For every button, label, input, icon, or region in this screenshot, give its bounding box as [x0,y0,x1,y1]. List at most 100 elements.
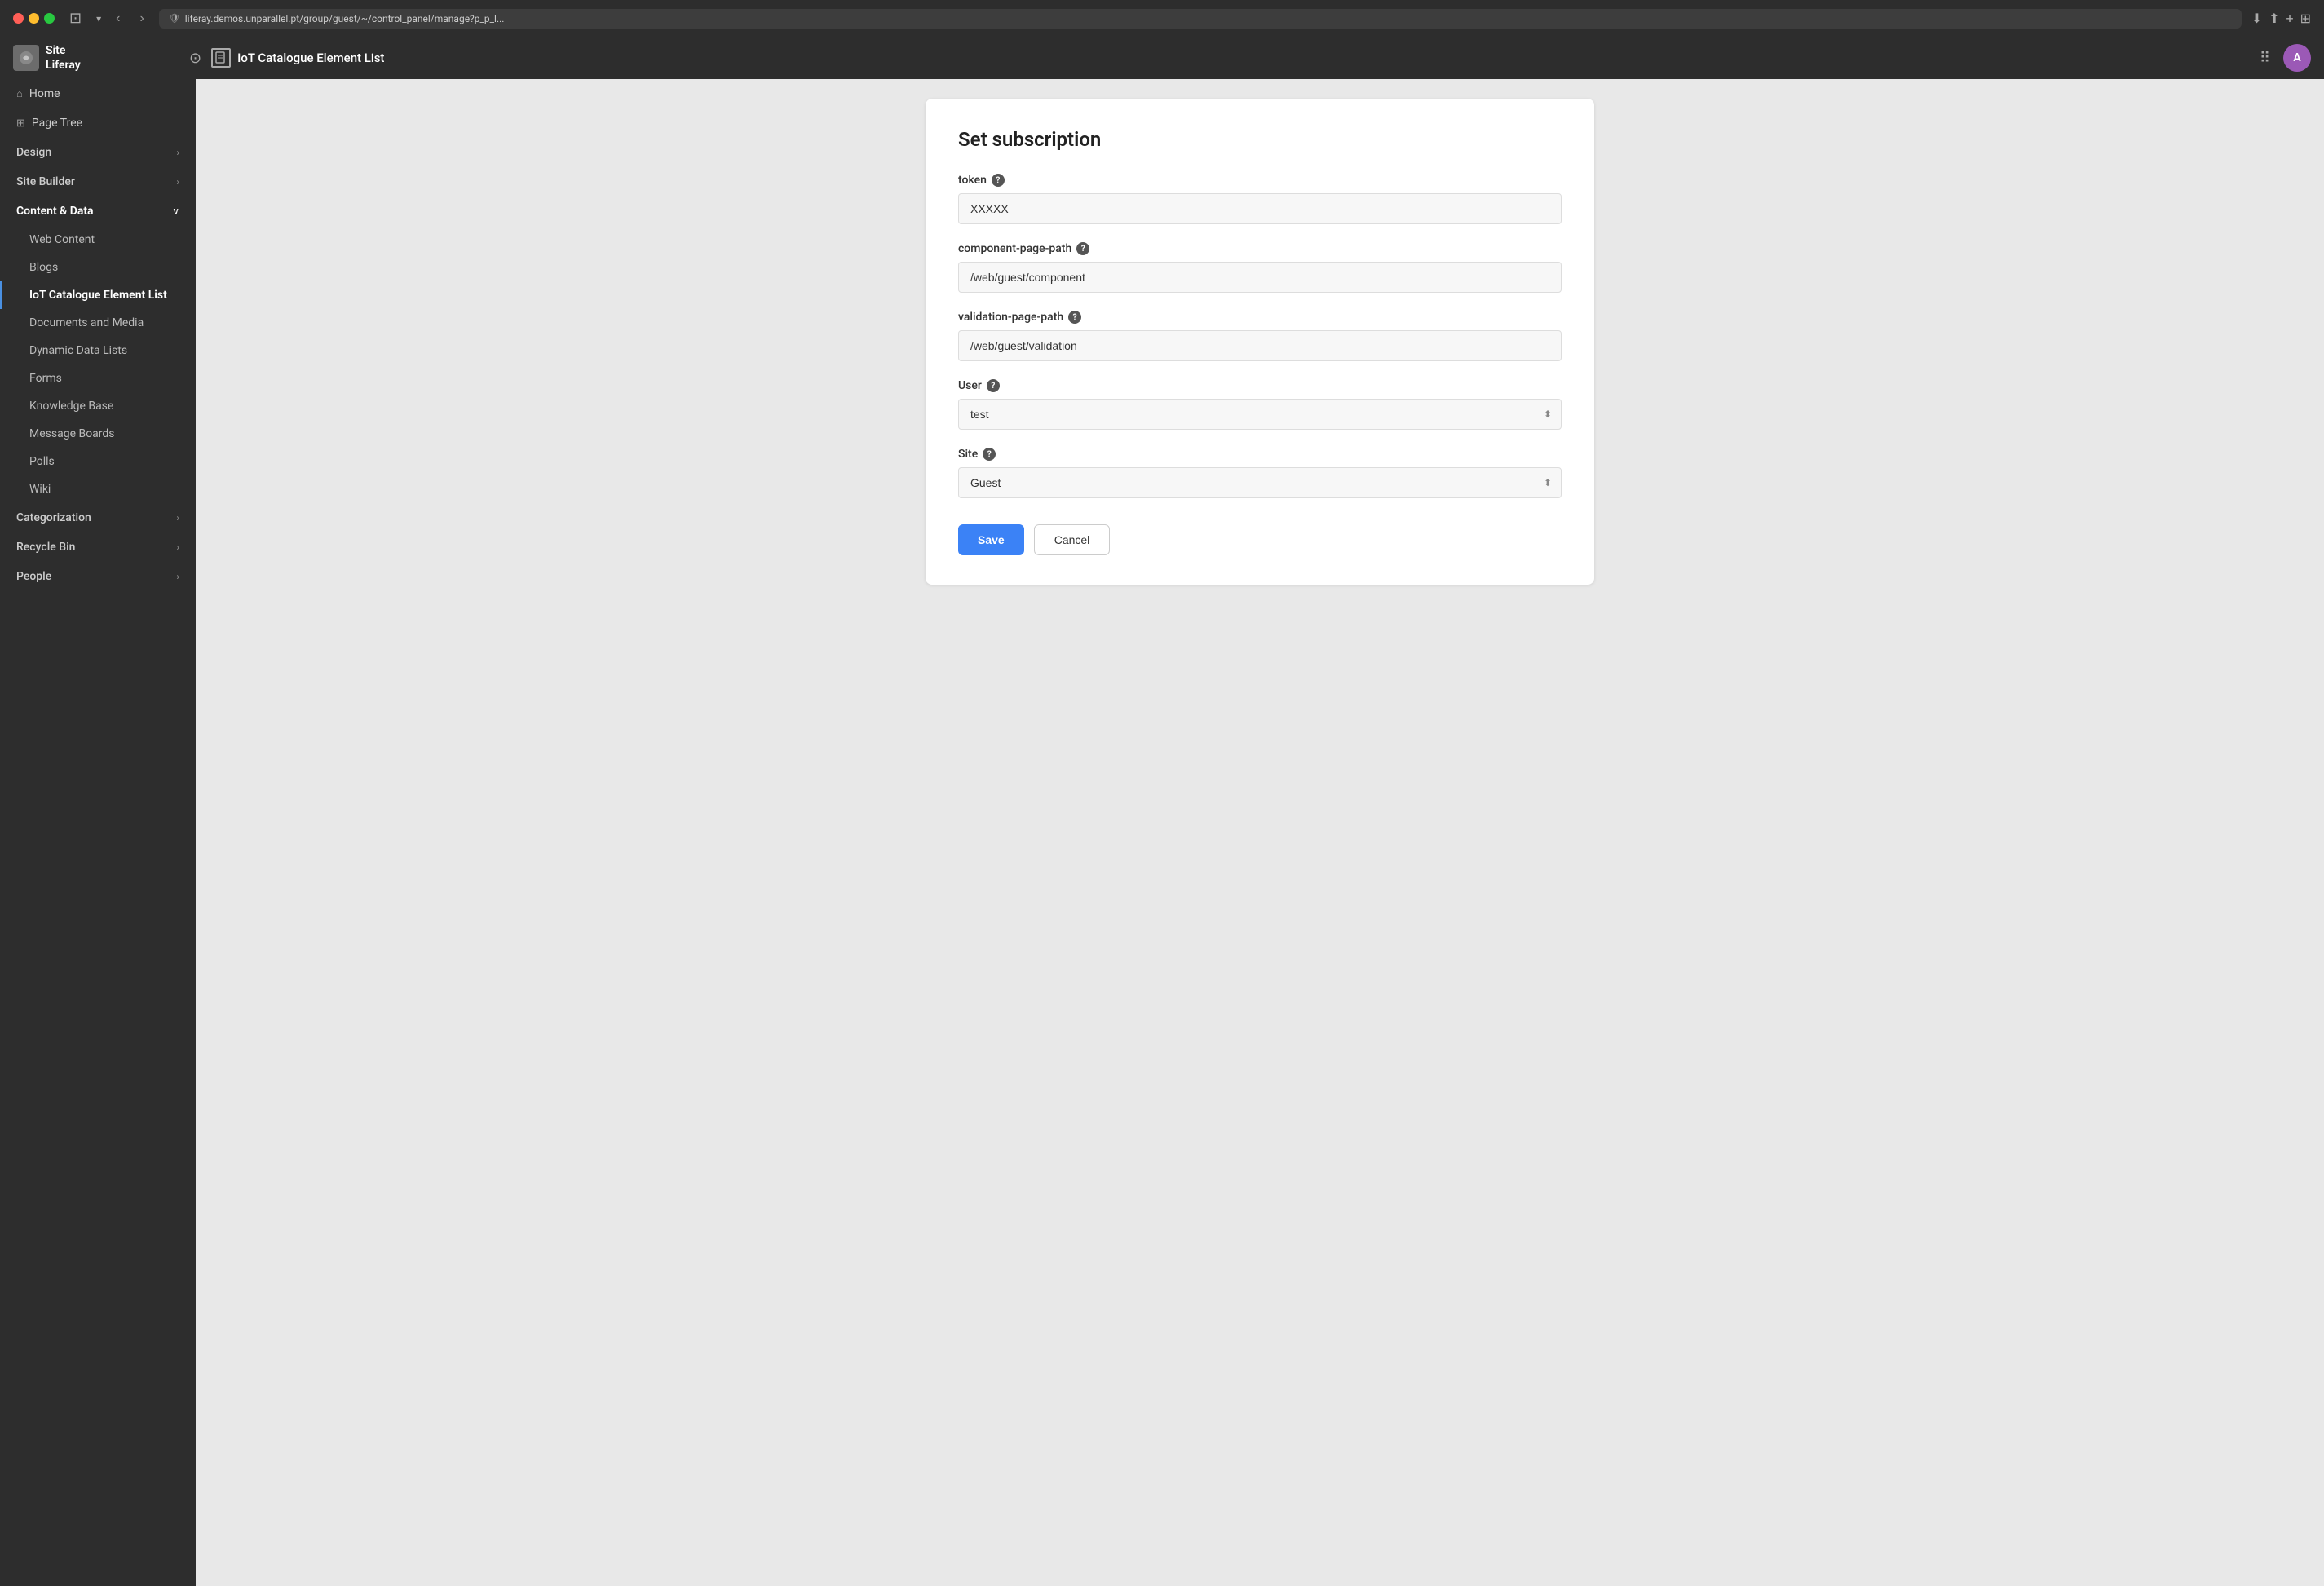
message-boards-label: Message Boards [29,427,115,440]
site-name: Site Liferay [46,43,81,73]
site-select[interactable]: Guest [958,467,1562,498]
sidebar-item-blogs[interactable]: Blogs [0,254,196,281]
token-help-icon[interactable]: ? [992,174,1005,187]
sidebar-section-people[interactable]: People › [0,562,196,591]
help-circle-icon[interactable]: ⊙ [189,50,201,67]
site-help-icon[interactable]: ? [983,448,996,461]
component-page-path-label: component-page-path ? [958,242,1562,255]
content-area: Set subscription token ? component-page-… [196,79,2324,1586]
page-icon [211,48,231,68]
maximize-button[interactable] [44,13,55,24]
form-group-validation-page-path: validation-page-path ? [958,311,1562,361]
categorization-chevron-icon: › [176,512,179,524]
grid-icon[interactable]: ⠿ [2260,50,2270,67]
sidebar-item-iot-catalogue[interactable]: IoT Catalogue Element List [0,281,196,309]
forms-label: Forms [29,372,62,385]
sidebar-item-message-boards[interactable]: Message Boards [0,420,196,448]
user-help-icon[interactable]: ? [987,379,1000,392]
sidebar-section-site-builder[interactable]: Site Builder › [0,167,196,197]
site-logo: Site Liferay [13,43,176,73]
sidebar-item-forms[interactable]: Forms [0,364,196,392]
main-window: Site Liferay ⊙ IoT Catalogue Element Lis… [0,37,2324,1586]
token-label-text: token [958,174,987,187]
wiki-label: Wiki [29,483,51,496]
download-icon[interactable]: ⬇ [2251,11,2262,26]
sidebar-section-recycle-bin[interactable]: Recycle Bin › [0,532,196,562]
user-select[interactable]: test [958,399,1562,430]
avatar[interactable]: A [2283,44,2311,72]
token-input[interactable] [958,193,1562,224]
form-group-site: Site ? Guest ⬍ [958,448,1562,498]
logo-icon [13,45,39,71]
content-data-chevron-icon: ∨ [172,205,179,217]
extensions-icon[interactable]: ⊞ [2300,11,2311,26]
chevron-down-icon[interactable]: ▾ [96,13,101,24]
design-label: Design [16,146,51,159]
sidebar-item-page-tree[interactable]: ⊞ Page Tree [0,108,196,138]
topbar-page-title-area: IoT Catalogue Element List [211,48,2250,68]
sidebar-item-polls[interactable]: Polls [0,448,196,475]
web-content-label: Web Content [29,233,95,246]
validation-page-path-help-icon[interactable]: ? [1068,311,1081,324]
sidebar-item-knowledge-base[interactable]: Knowledge Base [0,392,196,420]
user-label-text: User [958,379,982,392]
sidebar-toggle-button[interactable]: ⊡ [64,8,86,29]
sidebar-section-design[interactable]: Design › [0,138,196,167]
main-layout: ⌂ Home ⊞ Page Tree Design › Site Builder… [0,79,2324,1586]
sidebar-item-wiki[interactable]: Wiki [0,475,196,503]
component-page-path-label-text: component-page-path [958,242,1071,255]
sidebar-item-web-content[interactable]: Web Content [0,226,196,254]
site-builder-label: Site Builder [16,175,75,188]
sidebar-section-categorization[interactable]: Categorization › [0,503,196,532]
blogs-label: Blogs [29,261,58,274]
close-button[interactable] [13,13,24,24]
documents-media-label: Documents and Media [29,316,144,329]
component-page-path-input[interactable] [958,262,1562,293]
dynamic-data-lists-label: Dynamic Data Lists [29,344,127,357]
browser-actions: ⬇ ⬆ + ⊞ [2251,11,2311,26]
polls-label: Polls [29,455,55,468]
form-title: Set subscription [958,128,1562,151]
home-icon: ⌂ [16,87,23,100]
validation-page-path-label: validation-page-path ? [958,311,1562,324]
validation-page-path-input[interactable] [958,330,1562,361]
traffic-lights [13,13,55,24]
sidebar-page-tree-label: Page Tree [32,117,82,130]
iot-catalogue-label: IoT Catalogue Element List [29,289,167,302]
sidebar-item-documents-media[interactable]: Documents and Media [0,309,196,337]
sidebar-section-content-data[interactable]: Content & Data ∨ [0,197,196,226]
site-label: Site ? [958,448,1562,461]
minimize-button[interactable] [29,13,39,24]
design-chevron-icon: › [176,147,179,158]
page-tree-icon: ⊞ [16,117,25,130]
share-icon[interactable]: ⬆ [2269,11,2279,26]
page-title-text: IoT Catalogue Element List [237,51,384,65]
form-group-user: User ? test ⬍ [958,379,1562,430]
site-label-text: Site [958,448,978,461]
recycle-bin-chevron-icon: › [176,541,179,553]
sidebar-home-label: Home [29,87,60,100]
knowledge-base-label: Knowledge Base [29,400,113,413]
component-page-path-help-icon[interactable]: ? [1076,242,1089,255]
new-tab-icon[interactable]: + [2286,11,2294,26]
forward-button[interactable]: › [135,10,148,28]
sidebar-item-dynamic-data-lists[interactable]: Dynamic Data Lists [0,337,196,364]
site-select-wrapper: Guest ⬍ [958,467,1562,498]
topbar: Site Liferay ⊙ IoT Catalogue Element Lis… [0,37,2324,79]
user-select-wrapper: test ⬍ [958,399,1562,430]
browser-chrome: ⊡ ▾ ‹ › 🛡 liferay.demos.unparallel.pt/gr… [0,0,2324,37]
topbar-right: ⠿ A [2260,44,2311,72]
cancel-button[interactable]: Cancel [1034,524,1111,555]
people-label: People [16,570,51,583]
url-text: liferay.demos.unparallel.pt/group/guest/… [185,13,505,24]
shield-icon: 🛡 [169,13,180,24]
sidebar-item-home[interactable]: ⌂ Home [0,79,196,108]
form-group-token: token ? [958,174,1562,224]
recycle-bin-label: Recycle Bin [16,541,75,554]
address-bar[interactable]: 🛡 liferay.demos.unparallel.pt/group/gues… [159,9,2242,29]
site-builder-chevron-icon: › [176,176,179,188]
token-label: token ? [958,174,1562,187]
save-button[interactable]: Save [958,524,1024,555]
form-actions: Save Cancel [958,524,1562,555]
back-button[interactable]: ‹ [111,10,125,28]
